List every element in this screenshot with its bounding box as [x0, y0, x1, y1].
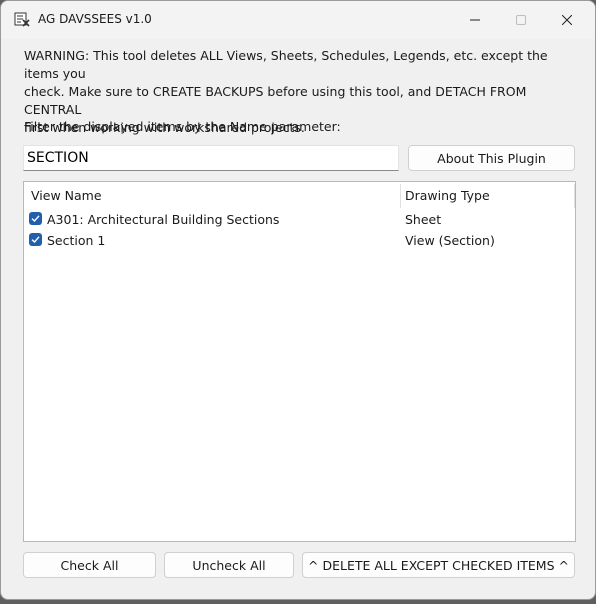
list-header: View Name Drawing Type: [24, 182, 575, 208]
minimize-button[interactable]: [452, 1, 498, 39]
column-header-drawing-type[interactable]: Drawing Type: [405, 188, 490, 203]
items-list[interactable]: View Name Drawing Type A301: Architectur…: [23, 181, 576, 542]
warning-line: check. Make sure to CREATE BACKUPS befor…: [24, 84, 527, 117]
item-type: View (Section): [405, 233, 495, 248]
minimize-icon: [470, 19, 480, 21]
column-header-view-name[interactable]: View Name: [31, 188, 102, 203]
list-item[interactable]: A301: Architectural Building Sections Sh…: [24, 209, 575, 230]
filter-label: Filter the displayed items by the Name p…: [24, 119, 341, 134]
delete-except-checked-button[interactable]: ^ DELETE ALL EXCEPT CHECKED ITEMS ^: [302, 552, 575, 578]
checkmark-icon: [31, 236, 40, 244]
maximize-button: [498, 1, 544, 39]
uncheck-all-button[interactable]: Uncheck All: [164, 552, 294, 578]
item-checkbox[interactable]: [29, 212, 42, 225]
column-divider[interactable]: [574, 184, 575, 208]
item-checkbox[interactable]: [29, 233, 42, 246]
warning-line: WARNING: This tool deletes ALL Views, Sh…: [24, 48, 548, 81]
app-logo-icon: [14, 12, 30, 27]
title-bar[interactable]: AG DAVSSEES v1.0: [1, 1, 595, 39]
item-type: Sheet: [405, 212, 442, 227]
check-all-button[interactable]: Check All: [23, 552, 156, 578]
item-name: A301: Architectural Building Sections: [47, 212, 280, 227]
app-window: AG DAVSSEES v1.0 WARNING: This tool dele…: [0, 0, 596, 600]
list-item[interactable]: Section 1 View (Section): [24, 230, 575, 251]
item-name: Section 1: [47, 233, 106, 248]
maximize-icon: [516, 15, 526, 25]
close-button[interactable]: [544, 1, 590, 39]
filter-input[interactable]: [23, 145, 399, 171]
column-divider[interactable]: [400, 184, 401, 208]
checkmark-icon: [31, 215, 40, 223]
close-icon: [562, 15, 572, 25]
window-title: AG DAVSSEES v1.0: [38, 12, 152, 26]
about-plugin-button[interactable]: About This Plugin: [408, 145, 575, 171]
